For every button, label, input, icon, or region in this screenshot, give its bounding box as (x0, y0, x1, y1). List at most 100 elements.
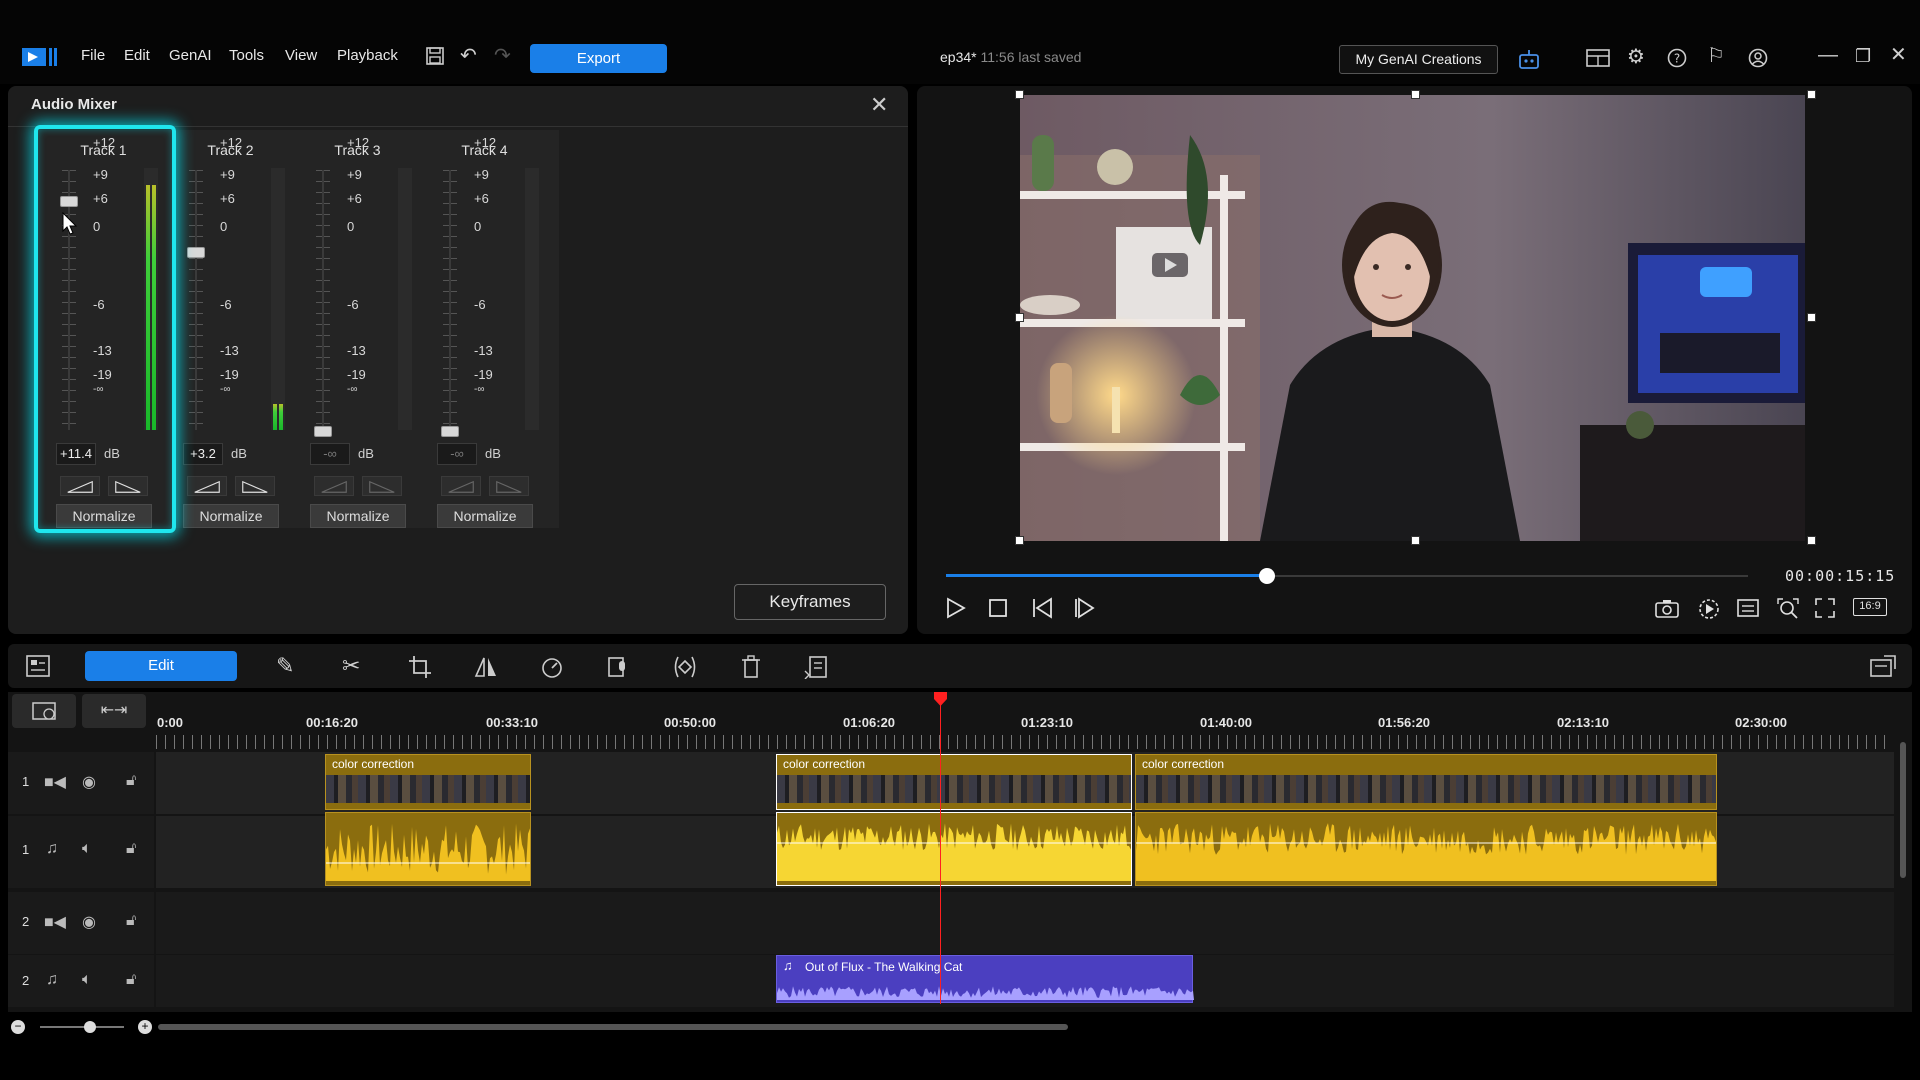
restore-icon[interactable]: ❐ (1855, 46, 1871, 66)
edit-tab[interactable]: Edit (85, 651, 237, 681)
menu-view[interactable]: View (285, 47, 317, 64)
aspect-ratio-icon[interactable]: 16:9 (1853, 598, 1887, 616)
preview-scrub-thumb[interactable] (1258, 568, 1275, 584)
previous-frame-icon[interactable] (1031, 597, 1053, 624)
save-status: 11:56 last saved (980, 49, 1082, 65)
resize-handle[interactable] (1411, 536, 1420, 545)
more-tools-icon[interactable] (804, 655, 828, 684)
lock-icon[interactable]: 🔓︎ (126, 912, 136, 930)
settings-gear-icon[interactable]: ⚙ (1627, 47, 1645, 67)
volume-value-field[interactable]: +3.2 (183, 443, 223, 465)
stop-icon[interactable] (989, 599, 1007, 622)
normalize-button[interactable]: Normalize (437, 504, 533, 528)
resize-handle[interactable] (1807, 90, 1816, 99)
notifications-icon[interactable]: ⚐ (1707, 46, 1725, 66)
draw-pen-icon[interactable]: ✎ (276, 655, 294, 677)
lock-icon[interactable]: 🔓︎ (126, 772, 136, 790)
timeline-zoom-thumb[interactable] (84, 1021, 96, 1033)
audio-clip[interactable] (325, 812, 531, 886)
fader-knob[interactable] (441, 426, 459, 437)
audio-clip-selected[interactable] (776, 812, 1132, 886)
video-clip[interactable]: color correction (1135, 754, 1717, 810)
normalize-button[interactable]: Normalize (310, 504, 406, 528)
fade-out-button[interactable] (362, 476, 402, 496)
export-button[interactable]: Export (530, 44, 667, 73)
fade-out-button[interactable] (489, 476, 529, 496)
crop-icon[interactable] (408, 655, 432, 684)
audio-clip[interactable] (1135, 812, 1717, 886)
subtitles-icon[interactable] (1737, 599, 1759, 622)
menu-edit[interactable]: Edit (124, 47, 150, 64)
speed-gauge-icon[interactable] (540, 655, 564, 684)
track-number: 1 (22, 774, 30, 789)
fit-timeline-button[interactable]: ⇤⇥ (82, 694, 146, 728)
music-clip[interactable]: ♫ Out of Flux - The Walking Cat (776, 955, 1194, 1003)
delete-trash-icon[interactable] (740, 655, 762, 684)
track-manager-button[interactable] (12, 694, 76, 728)
fullscreen-icon[interactable] (1815, 598, 1835, 623)
close-window-icon[interactable]: ✕ (1890, 45, 1907, 65)
zoom-preview-icon[interactable] (1777, 598, 1799, 625)
fade-in-button[interactable] (441, 476, 481, 496)
fade-out-button[interactable] (235, 476, 275, 496)
flip-icon[interactable] (474, 655, 498, 684)
genai-robot-icon[interactable] (1517, 48, 1541, 75)
playhead-marker[interactable] (934, 692, 947, 706)
db-scale-label: +6 (474, 191, 489, 206)
zoom-out-icon[interactable]: − (11, 1020, 25, 1034)
resize-handle[interactable] (1807, 536, 1816, 545)
undo-icon[interactable]: ↶ (460, 46, 477, 66)
menu-tools[interactable]: Tools (229, 47, 264, 64)
project-title: ep34* 11:56 last saved (940, 49, 1081, 65)
save-icon[interactable] (426, 47, 444, 70)
fader-track-line (322, 170, 324, 430)
fade-in-button[interactable] (187, 476, 227, 496)
timeline-zoom-slider[interactable] (40, 1026, 124, 1028)
help-icon[interactable]: ? (1667, 48, 1687, 73)
playhead-line[interactable] (940, 700, 941, 1004)
volume-icon[interactable]: 🔈︎ (82, 840, 92, 858)
lock-icon[interactable]: 🔓︎ (126, 971, 136, 989)
keyframe-tool-icon[interactable] (672, 655, 698, 684)
resize-handle[interactable] (1015, 313, 1024, 322)
fade-in-button[interactable] (314, 476, 354, 496)
track-number: 1 (22, 842, 30, 857)
normalize-button[interactable]: Normalize (183, 504, 279, 528)
preview-video-frame[interactable] (1020, 95, 1805, 541)
playback-quality-icon[interactable] (1697, 597, 1721, 626)
minimize-icon[interactable]: — (1818, 45, 1838, 65)
snapshot-camera-icon[interactable] (1655, 598, 1679, 623)
video-clip[interactable]: color correction (325, 754, 531, 810)
play-icon[interactable] (946, 597, 966, 624)
resize-handle[interactable] (1411, 90, 1420, 99)
volume-value-field[interactable]: -∞ (310, 443, 350, 465)
fader-knob[interactable] (314, 426, 332, 437)
next-frame-icon[interactable] (1073, 597, 1095, 624)
resize-handle[interactable] (1015, 90, 1024, 99)
mixer-close-icon[interactable]: ✕ (870, 92, 888, 118)
volume-icon[interactable]: 🔈︎ (82, 971, 92, 989)
visibility-eye-icon[interactable]: ◉ (82, 772, 96, 792)
resize-handle[interactable] (1015, 536, 1024, 545)
meter-fill (279, 404, 283, 430)
my-genai-creations-button[interactable]: My GenAI Creations (1339, 45, 1498, 74)
layout-icon[interactable] (1586, 49, 1610, 72)
timeline-settings-icon[interactable] (1870, 655, 1896, 684)
timeline-vertical-scrollbar[interactable] (1900, 742, 1906, 878)
zoom-in-icon[interactable]: + (138, 1020, 152, 1034)
voiceover-icon[interactable] (606, 655, 630, 684)
resize-handle[interactable] (1807, 313, 1816, 322)
video-clip-selected[interactable]: color correction (776, 754, 1132, 810)
menu-playback[interactable]: Playback (337, 47, 398, 64)
keyframes-button[interactable]: Keyframes (734, 584, 886, 620)
menu-genai[interactable]: GenAI (169, 47, 212, 64)
menu-file[interactable]: File (81, 47, 105, 64)
visibility-eye-icon[interactable]: ◉ (82, 912, 96, 932)
timeline-horizontal-scrollbar[interactable] (158, 1024, 1068, 1030)
volume-value-field[interactable]: -∞ (437, 443, 477, 465)
fader-knob[interactable] (187, 246, 205, 258)
media-library-icon[interactable] (26, 655, 50, 682)
lock-icon[interactable]: 🔓︎ (126, 840, 136, 858)
split-scissors-icon[interactable]: ✂ (342, 655, 360, 677)
account-icon[interactable] (1748, 48, 1768, 73)
